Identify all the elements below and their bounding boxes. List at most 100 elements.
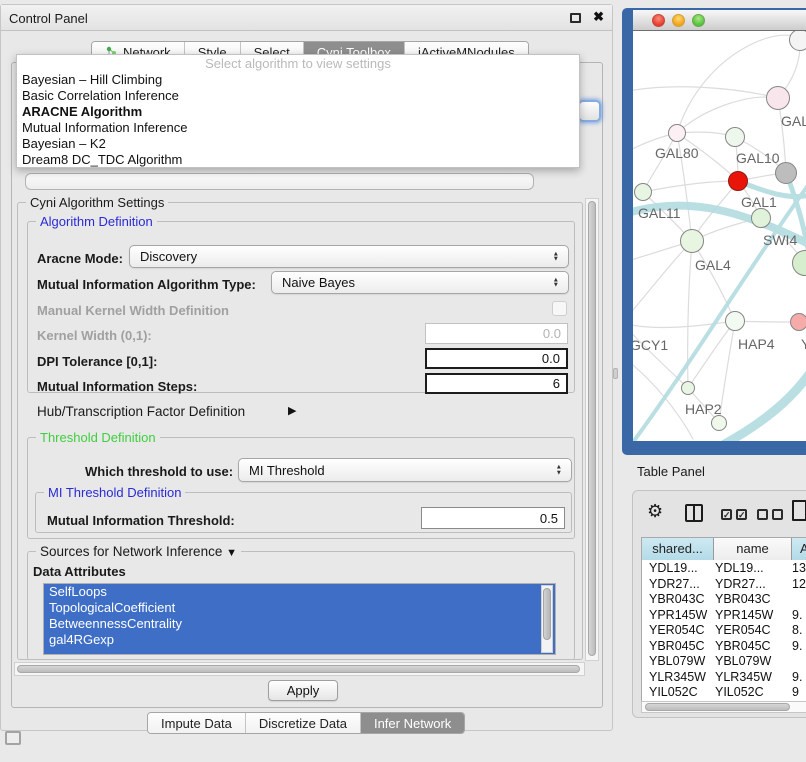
cell-shared-name: YIL052C xyxy=(649,685,698,701)
node-circle[interactable] xyxy=(711,415,727,431)
manual-kernel-label: Manual Kernel Width Definition xyxy=(37,303,229,318)
cell-name: YBL079W xyxy=(715,654,771,670)
scrollbar-thumb[interactable] xyxy=(645,703,790,711)
table-row[interactable]: YBR043C YBR043C xyxy=(642,592,806,608)
group-title: Threshold Definition xyxy=(36,430,160,445)
attribute-list-scrollbar[interactable] xyxy=(541,585,553,653)
aracne-mode-combobox[interactable]: Discovery ▲▼ xyxy=(129,245,569,268)
column-layout-icon[interactable] xyxy=(685,504,703,522)
combobox-value: Naive Bayes xyxy=(282,275,355,290)
dpi-tolerance-label: DPI Tolerance [0,1]: xyxy=(37,354,157,369)
collapsed-arrow-icon[interactable]: ▶ xyxy=(288,404,296,417)
settings-vertical-scrollbar[interactable] xyxy=(585,198,599,661)
table-horizontal-scrollbar[interactable] xyxy=(641,701,806,713)
cell-value: 9. xyxy=(792,639,802,655)
cell-shared-name: YDR27... xyxy=(649,577,700,593)
table-row[interactable]: YPR145W YPR145W 9. xyxy=(642,608,806,624)
minimized-panel-icon[interactable] xyxy=(5,731,21,745)
expanded-arrow-icon: ▼ xyxy=(226,547,237,559)
cell-shared-name: YBR045C xyxy=(649,639,705,655)
scrollbar-thumb[interactable] xyxy=(543,588,551,640)
checked-checkbox-icon[interactable]: ✓ xyxy=(721,509,732,520)
table-row[interactable]: YBR045C YBR045C 9. xyxy=(642,639,806,655)
attribute-list-item[interactable]: TopologicalCoefficient xyxy=(44,600,555,616)
combobox-value: Discovery xyxy=(140,249,197,264)
node-circle[interactable] xyxy=(668,124,686,142)
table-rows: YDL19... YDL19... 13 YDR27... YDR27... 1… xyxy=(642,561,806,701)
node-circle[interactable] xyxy=(790,313,806,331)
cell-name: YBR045C xyxy=(715,639,771,655)
network-canvas[interactable]: GAL GAL80 GAL10 GAL1 xyxy=(633,31,806,441)
node-circle[interactable] xyxy=(681,381,695,395)
dropdown-item[interactable]: Bayesian – Hill Climbing xyxy=(17,72,579,88)
sources-title[interactable]: Sources for Network Inference ▼ xyxy=(36,544,241,559)
unchecked-checkbox-icon[interactable] xyxy=(757,509,768,520)
dpi-tolerance-field[interactable]: 0.0 xyxy=(425,348,568,369)
mi-steps-field[interactable]: 6 xyxy=(425,373,568,394)
node-label: GCY1 xyxy=(633,337,668,353)
node-circle[interactable] xyxy=(751,208,771,228)
table-header: shared... name A xyxy=(642,538,806,560)
tab[interactable]: Impute Data xyxy=(148,713,246,733)
data-attributes-list[interactable]: SelfLoops TopologicalCoefficient Between… xyxy=(43,583,556,655)
table-row[interactable]: YLR345W YLR345W 9. xyxy=(642,670,806,686)
mi-type-combobox[interactable]: Naive Bayes ▲▼ xyxy=(271,271,569,294)
zoom-traffic-light[interactable] xyxy=(692,14,705,27)
tab[interactable]: Discretize Data xyxy=(246,713,361,733)
table-row[interactable]: YDR27... YDR27... 12 xyxy=(642,577,806,593)
node-table: shared... name A YDL19... YDL19... 13 YD… xyxy=(641,537,806,703)
apply-button[interactable]: Apply xyxy=(268,680,338,701)
column-header-name[interactable]: name xyxy=(714,538,792,560)
float-window-icon[interactable] xyxy=(570,13,581,23)
dropdown-item[interactable]: Dream8 DC_TDC Algorithm xyxy=(17,152,579,168)
column-header-partial[interactable]: A xyxy=(792,538,806,560)
node-circle[interactable] xyxy=(775,162,797,184)
algorithm-combobox-partial[interactable] xyxy=(25,173,534,190)
network-window-titlebar[interactable] xyxy=(633,10,806,31)
gear-icon[interactable]: ⚙ xyxy=(647,501,663,522)
cell-value: 13 xyxy=(792,561,806,577)
dropdown-item[interactable]: ARACNE Algorithm xyxy=(17,104,579,120)
scrollbar-thumb[interactable] xyxy=(17,665,580,673)
focused-combo-button[interactable] xyxy=(578,100,601,122)
unchecked-checkbox-icon[interactable] xyxy=(772,509,783,520)
node-circle[interactable] xyxy=(680,229,704,253)
node-circle[interactable] xyxy=(634,183,652,201)
mi-threshold-field[interactable]: 0.5 xyxy=(421,507,565,529)
table-row[interactable]: YBL079W YBL079W xyxy=(642,654,806,670)
minimize-traffic-light[interactable] xyxy=(672,14,685,27)
table-row[interactable]: YIL052C YIL052C 9 xyxy=(642,685,806,701)
manual-kernel-checkbox[interactable] xyxy=(552,301,567,316)
dropdown-hint: Select algorithm to view settings xyxy=(17,55,579,72)
close-icon[interactable]: ✖ xyxy=(593,9,604,25)
attribute-list-item[interactable]: SelfLoops xyxy=(44,584,555,600)
scrollbar-thumb[interactable] xyxy=(588,201,596,656)
dropdown-item[interactable]: Basic Correlation Inference xyxy=(17,88,579,104)
settings-horizontal-scrollbar[interactable] xyxy=(14,662,585,676)
dropdown-item[interactable]: Mutual Information Inference xyxy=(17,120,579,136)
column-header-shared-name[interactable]: shared... xyxy=(642,538,714,560)
attribute-list-item[interactable]: BetweennessCentrality xyxy=(44,616,555,632)
node-circle[interactable] xyxy=(766,86,790,110)
kernel-width-field[interactable]: 0.0 xyxy=(425,323,568,344)
attribute-list-item[interactable]: gal4RGexp xyxy=(44,632,555,648)
node-circle[interactable] xyxy=(725,311,745,331)
node-circle[interactable] xyxy=(725,127,745,147)
tab[interactable]: Infer Network xyxy=(361,713,464,733)
which-threshold-combobox[interactable]: MI Threshold ▲▼ xyxy=(238,458,572,482)
table-toolbar: ⚙ ✓ ✓ xyxy=(633,491,806,537)
group-title: Cyni Algorithm Settings xyxy=(26,195,168,210)
checked-checkbox-icon[interactable]: ✓ xyxy=(736,509,747,520)
table-row[interactable]: YER054C YER054C 8. xyxy=(642,623,806,639)
hub-section-label: Hub/Transcription Factor Definition xyxy=(37,404,245,419)
dropdown-item[interactable]: Bayesian – K2 xyxy=(17,136,579,152)
document-icon[interactable] xyxy=(792,500,806,521)
cell-value: 9. xyxy=(792,608,802,624)
tab-label: Discretize Data xyxy=(259,716,347,731)
dropdown-items: Bayesian – Hill Climbing Basic Correlati… xyxy=(17,72,579,168)
node-circle[interactable] xyxy=(789,31,806,51)
table-row[interactable]: YDL19... YDL19... 13 xyxy=(642,561,806,577)
node-circle[interactable] xyxy=(728,171,748,191)
panel-divider-handle[interactable] xyxy=(613,368,618,379)
close-traffic-light[interactable] xyxy=(652,14,665,27)
